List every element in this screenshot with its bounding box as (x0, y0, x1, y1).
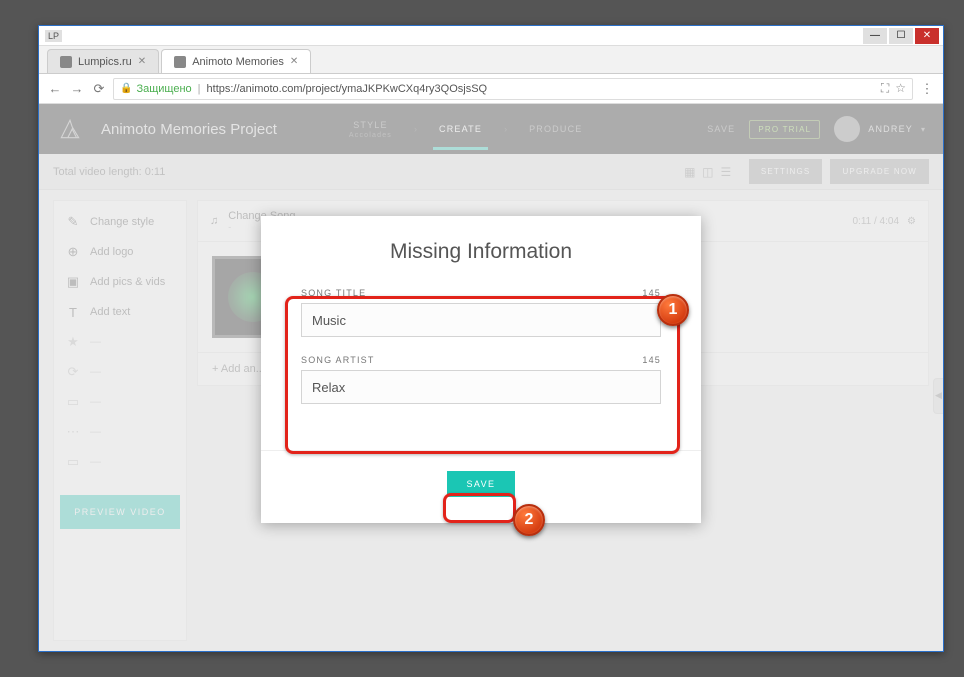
window-titlebar: LP — ☐ ✕ (39, 26, 943, 46)
modal-body: SONG TITLE 145 SONG ARTIST 145 (261, 282, 701, 450)
field-song-title: SONG TITLE 145 (301, 288, 661, 337)
browser-window: LP — ☐ ✕ Lumpics.ru ✕ Animoto Memories ✕… (38, 25, 944, 652)
annotation-marker-2: 2 (513, 504, 545, 536)
address-bar: ← → ⟳ 🔒 Защищено | https://animoto.com/p… (39, 74, 943, 104)
bookmark-icon[interactable]: ☆ (895, 81, 906, 96)
modal-footer: SAVE (261, 450, 701, 523)
field-label: SONG TITLE (301, 288, 366, 298)
char-count: 145 (642, 288, 661, 298)
url-field[interactable]: 🔒 Защищено | https://animoto.com/project… (113, 78, 913, 100)
field-label: SONG ARTIST (301, 355, 375, 365)
reload-icon[interactable]: ⟳ (91, 81, 107, 97)
translate-icon[interactable]: ⛶ (881, 81, 889, 96)
back-icon[interactable]: ← (47, 81, 63, 97)
favicon-icon (60, 56, 72, 68)
window-maximize-button[interactable]: ☐ (889, 28, 913, 44)
forward-icon[interactable]: → (69, 81, 85, 97)
window-minimize-button[interactable]: — (863, 28, 887, 44)
field-header: SONG TITLE 145 (301, 288, 661, 298)
tab-close-icon[interactable]: ✕ (138, 56, 146, 67)
tab-animoto[interactable]: Animoto Memories ✕ (161, 49, 311, 73)
save-button[interactable]: SAVE (447, 471, 516, 497)
song-artist-input[interactable] (301, 370, 661, 404)
annotation-marker-1: 1 (657, 294, 689, 326)
favicon-icon (174, 56, 186, 68)
tab-label: Animoto Memories (192, 56, 284, 68)
secure-label: Защищено (136, 83, 191, 95)
field-song-artist: SONG ARTIST 145 (301, 355, 661, 404)
missing-info-modal: Missing Information SONG TITLE 145 SONG … (261, 216, 701, 523)
char-count: 145 (642, 355, 661, 365)
song-title-input[interactable] (301, 303, 661, 337)
field-header: SONG ARTIST 145 (301, 355, 661, 365)
url-separator: | (198, 83, 201, 95)
lock-icon: 🔒 (120, 83, 132, 94)
menu-icon[interactable]: ⋮ (919, 81, 935, 97)
tab-close-icon[interactable]: ✕ (290, 56, 298, 67)
modal-title: Missing Information (261, 216, 701, 282)
lp-badge: LP (45, 30, 62, 42)
tab-bar: Lumpics.ru ✕ Animoto Memories ✕ (39, 46, 943, 74)
tab-label: Lumpics.ru (78, 56, 132, 68)
window-close-button[interactable]: ✕ (915, 28, 939, 44)
page-content: Animoto Memories Project STYLE Accolades… (39, 104, 943, 651)
url-actions: ⛶ ☆ (881, 81, 906, 96)
url-text: https://animoto.com/project/ymaJKPKwCXq4… (207, 83, 488, 95)
tab-lumpics[interactable]: Lumpics.ru ✕ (47, 49, 159, 73)
